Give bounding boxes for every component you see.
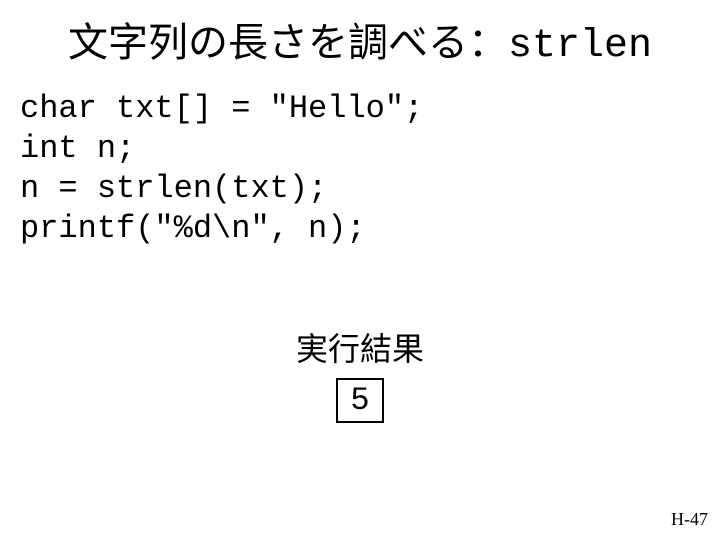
slide: 文字列の長さを調べる：strlen char txt[] = "Hello"; … [0,0,720,540]
title-mono: strlen [508,24,652,69]
title-jp: 文字列の長さを調べる： [68,21,508,65]
result-block: 実行結果 5 [0,324,720,423]
code-line-4: printf("%d\n", n); [20,210,366,247]
code-line-3: n = strlen(txt); [20,170,327,207]
page-number: H-47 [671,509,708,530]
code-line-2: int n; [20,130,135,167]
slide-title: 文字列の長さを調べる：strlen [0,0,720,69]
result-value: 5 [336,378,383,423]
code-line-1: char txt[] = "Hello"; [20,90,423,127]
result-label: 実行結果 [0,324,720,370]
code-block: char txt[] = "Hello"; int n; n = strlen(… [20,89,720,249]
